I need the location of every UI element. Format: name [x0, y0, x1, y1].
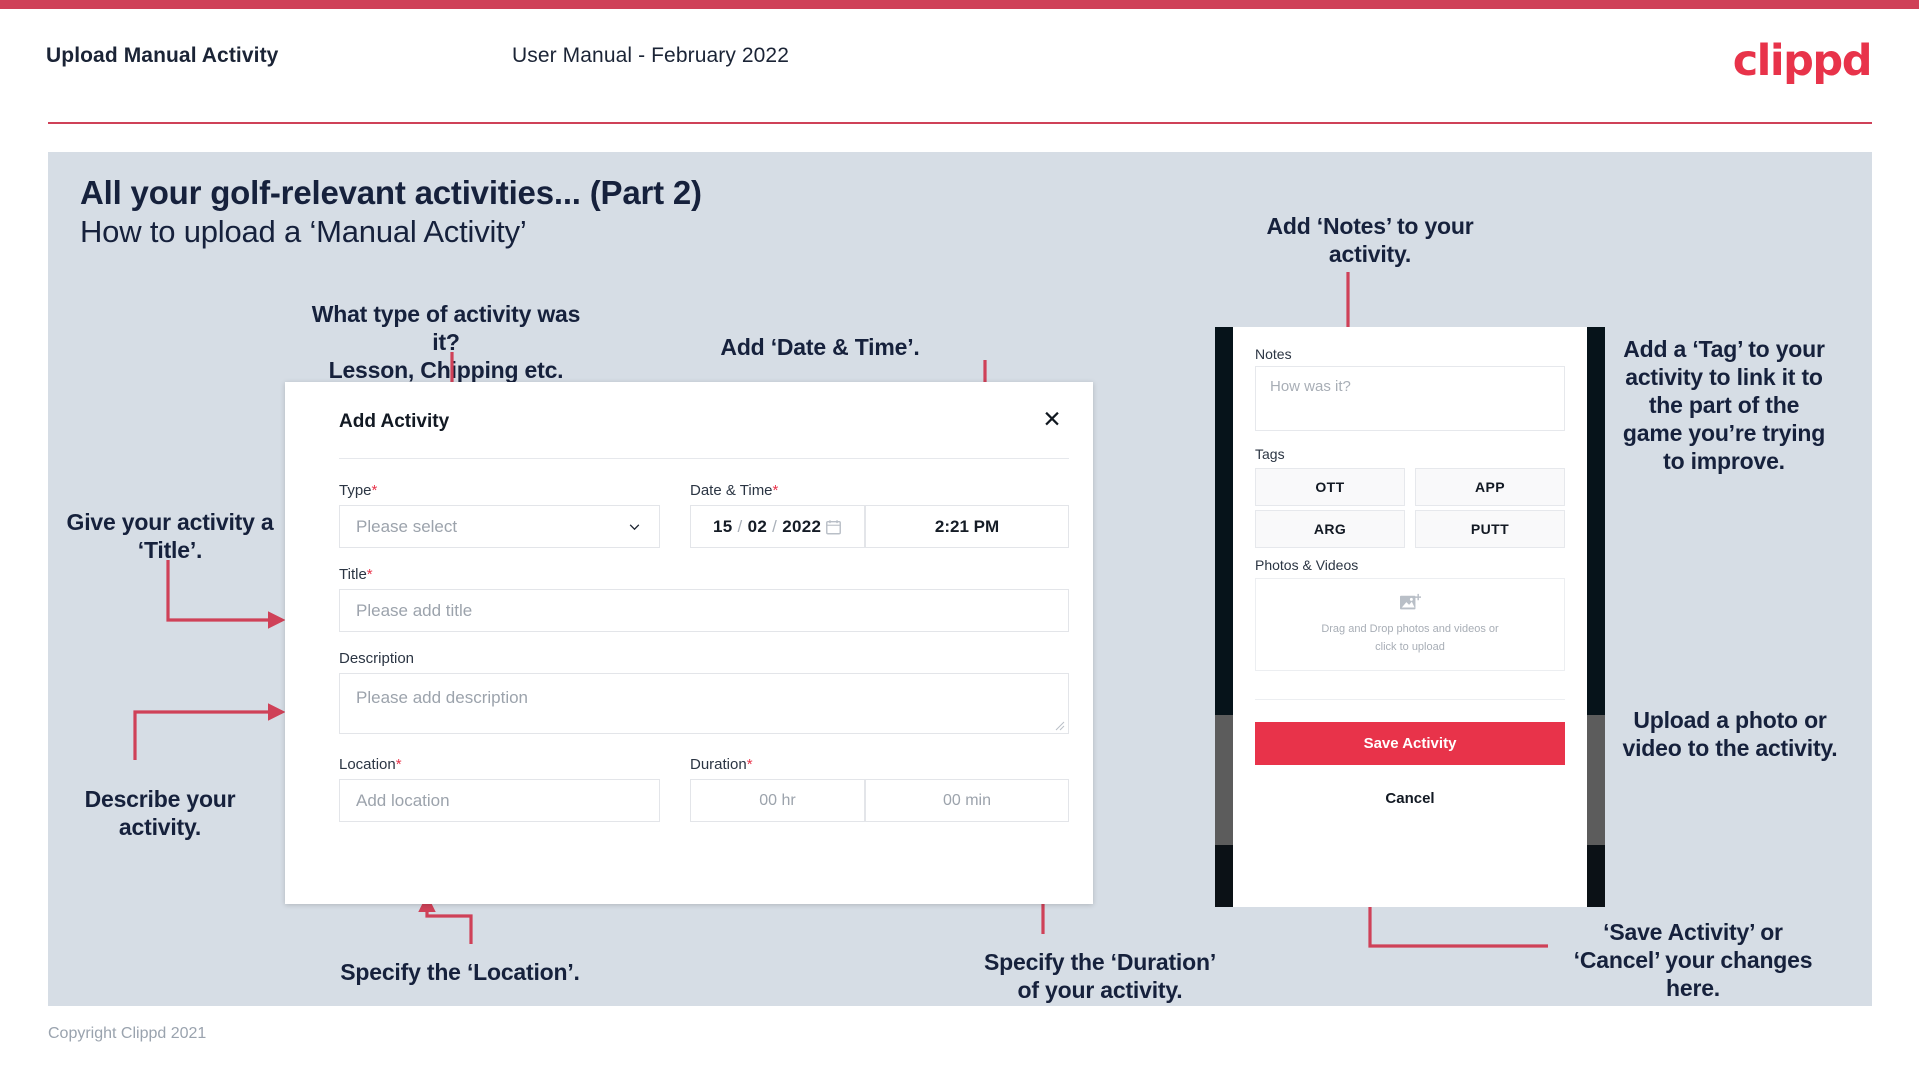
photo-dropzone[interactable]: Drag and Drop photos and videos or click… [1255, 578, 1565, 671]
title-label: Title* [339, 566, 373, 583]
tag-ott[interactable]: OTT [1255, 468, 1405, 506]
duration-hours-input[interactable]: 00 hr [690, 779, 865, 822]
resize-grip-icon[interactable] [1055, 721, 1065, 731]
add-activity-dialog: Add Activity ✕ Type* Please select Date … [285, 382, 1093, 904]
mobile-device-frame: Notes How was it? Tags OTT APP ARG PUTT … [1215, 327, 1605, 907]
page-subtitle: User Manual - February 2022 [512, 44, 789, 67]
dropzone-line2: click to upload [1375, 640, 1445, 653]
type-label-text: Type [339, 482, 372, 499]
close-icon[interactable]: ✕ [1037, 404, 1067, 434]
date-year: 2022 [782, 516, 822, 536]
title-input[interactable]: Please add title [339, 589, 1069, 632]
tag-putt[interactable]: PUTT [1415, 510, 1565, 548]
datetime-label: Date & Time* [690, 482, 778, 499]
annotation-location: Specify the ‘Location’. [340, 959, 580, 985]
datetime-required-mark: * [772, 482, 779, 499]
type-placeholder: Please select [356, 516, 458, 536]
phone-bezel-left [1215, 327, 1233, 907]
duration-minutes-input[interactable]: 00 min [865, 779, 1069, 822]
date-value: 15 / 02 / 2022 [713, 516, 822, 536]
type-required-mark: * [371, 482, 378, 499]
tag-app[interactable]: APP [1415, 468, 1565, 506]
duration-hours-placeholder: 00 hr [759, 791, 796, 809]
title-required-mark: * [366, 566, 373, 583]
dropzone-line1: Drag and Drop photos and videos or [1321, 623, 1499, 636]
phone-bezel-right-segment [1587, 715, 1605, 845]
annotation-duration: Specify the ‘Duration’ of your activity. [983, 949, 1217, 1004]
clippd-logo: clippd [1732, 36, 1873, 86]
datetime-label-text: Date & Time [690, 482, 773, 499]
cancel-button[interactable]: Cancel [1255, 782, 1565, 814]
location-input[interactable]: Add location [339, 779, 660, 822]
notes-label: Notes [1255, 346, 1292, 362]
calendar-icon[interactable] [825, 518, 842, 536]
annotation-description: Describe your activity. [84, 786, 236, 841]
annotation-title: Give your activity a ‘Title’. [66, 509, 274, 564]
description-textarea[interactable]: Please add description [339, 673, 1069, 734]
location-label-text: Location [339, 756, 396, 773]
phone-bezel-left-segment [1215, 715, 1233, 845]
time-value: 2:21 PM [934, 516, 1000, 536]
description-label-text: Description [339, 650, 415, 667]
save-activity-button[interactable]: Save Activity [1255, 722, 1565, 765]
notes-textarea[interactable]: How was it? [1255, 366, 1565, 431]
description-placeholder: Please add description [356, 688, 529, 707]
phone-bezel-left-bottom [1215, 845, 1233, 907]
photos-label: Photos & Videos [1255, 557, 1359, 573]
page-title: Upload Manual Activity [46, 44, 279, 67]
annotation-datetime: Add ‘Date & Time’. [720, 334, 920, 360]
title-placeholder: Please add title [356, 600, 473, 620]
duration-required-mark: * [746, 756, 753, 773]
location-label: Location* [339, 756, 402, 773]
tag-arg[interactable]: ARG [1255, 510, 1405, 548]
phone-bezel-right-bottom [1587, 845, 1605, 907]
duration-label-text: Duration [690, 756, 747, 773]
dialog-divider [339, 458, 1069, 459]
duration-label: Duration* [690, 756, 753, 773]
copyright-footer: Copyright Clippd 2021 [48, 1025, 207, 1042]
date-input[interactable]: 15 / 02 / 2022 [690, 505, 865, 548]
header-divider [48, 122, 1872, 124]
slide-title: All your golf-relevant activities... (Pa… [80, 174, 702, 211]
annotation-type: What type of activity was it? Lesson, Chi… [311, 301, 581, 384]
date-day: 15 [713, 516, 733, 536]
title-label-text: Title [339, 566, 367, 583]
add-image-icon [1400, 594, 1421, 610]
duration-minutes-placeholder: 00 min [942, 791, 992, 809]
dialog-title: Add Activity [339, 411, 450, 432]
annotation-upload: Upload a photo or video to the activity. [1622, 707, 1838, 762]
location-placeholder: Add location [356, 790, 450, 810]
tags-label: Tags [1255, 446, 1285, 462]
annotation-save: ‘Save Activity’ or ‘Cancel’ your changes h… [1573, 919, 1813, 1002]
dropzone-text: Drag and Drop photos and videos or click… [1321, 621, 1498, 655]
mobile-screen: Notes How was it? Tags OTT APP ARG PUTT … [1233, 327, 1587, 907]
type-select[interactable]: Please select [339, 505, 660, 548]
chevron-down-icon [629, 523, 640, 530]
phone-bezel-right [1587, 327, 1605, 907]
mobile-divider [1255, 699, 1565, 700]
top-accent-bar [0, 0, 1919, 9]
type-label: Type* [339, 482, 377, 499]
location-required-mark: * [395, 756, 402, 773]
date-month: 02 [747, 516, 768, 536]
slide-subtitle: How to upload a ‘Manual Activity’ [80, 214, 527, 249]
description-label: Description [339, 650, 414, 667]
notes-placeholder: How was it? [1270, 378, 1351, 395]
annotation-notes: Add ‘Notes’ to your activity. [1266, 213, 1474, 268]
annotation-tags: Add a ‘Tag’ to your activity to link it t… [1622, 336, 1826, 475]
time-input[interactable]: 2:21 PM [865, 505, 1069, 548]
